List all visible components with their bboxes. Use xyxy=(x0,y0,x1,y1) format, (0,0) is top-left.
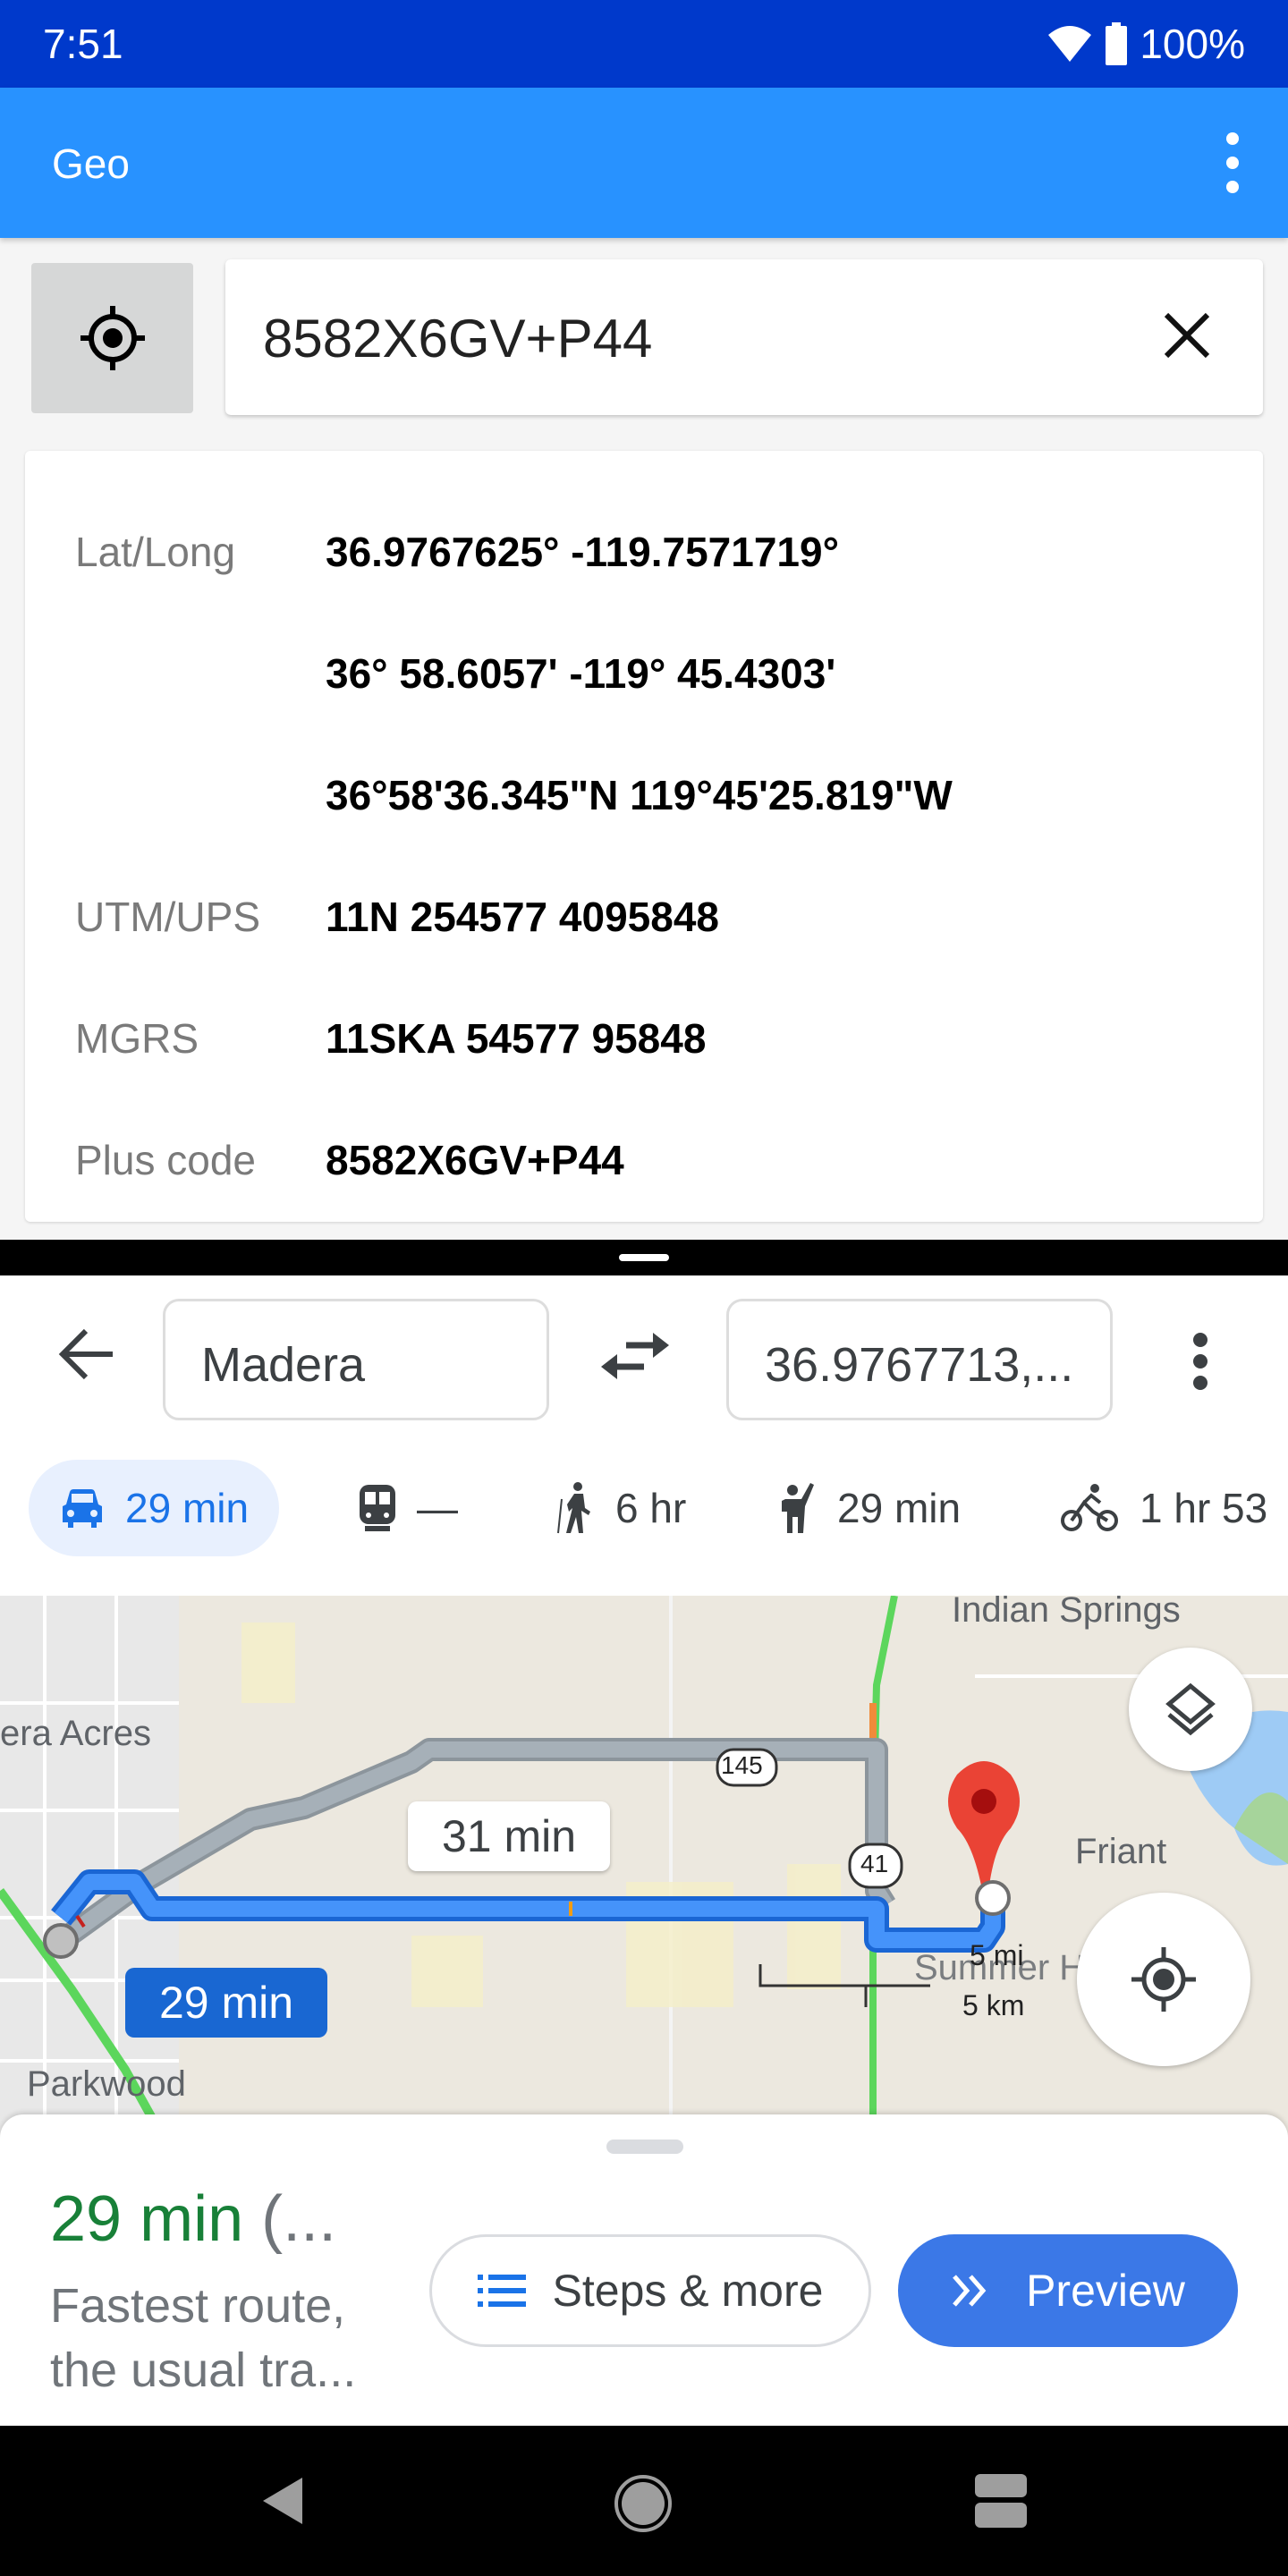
map-canvas[interactable] xyxy=(0,1596,1288,2150)
alternate-route-time: 31 min xyxy=(441,1811,577,1861)
coord-value[interactable]: 11SKA 54577 95848 xyxy=(326,1014,706,1063)
scale-miles: 5 mi xyxy=(970,1939,1024,1971)
place-label: Friant xyxy=(1075,1832,1167,1871)
bike-icon xyxy=(1061,1484,1118,1531)
maps-app: Madera 36.9767713,... 29 min — 6 hr 29 m… xyxy=(0,1275,1288,2426)
split-screen-divider[interactable] xyxy=(0,1240,1288,1275)
battery-icon xyxy=(1106,22,1128,65)
coord-label: MGRS xyxy=(75,1015,199,1062)
nav-back-icon[interactable] xyxy=(258,2474,308,2528)
shield-label: 41 xyxy=(860,1850,889,1877)
my-location-button[interactable] xyxy=(1077,1893,1250,2066)
alternate-route-label[interactable]: 31 min xyxy=(408,1801,610,1871)
mode-walking[interactable]: 6 hr xyxy=(556,1460,686,1556)
my-location-button[interactable] xyxy=(31,263,193,413)
route-time-suffix: (... xyxy=(243,2183,337,2255)
origin-marker[interactable] xyxy=(43,1923,79,1959)
coord-label: UTM/UPS xyxy=(75,894,260,940)
steps-more-label: Steps & more xyxy=(552,2266,824,2316)
coord-row: 36°58'36.345"N 119°45'25.819"W xyxy=(25,771,1263,825)
route-map[interactable]: Indian Springs era Acres Friant Parkwood… xyxy=(0,1596,1288,2150)
coord-value[interactable]: 8582X6GV+P44 xyxy=(326,1136,624,1184)
nav-home-icon[interactable] xyxy=(614,2474,673,2533)
ride-hail-icon xyxy=(782,1483,814,1533)
app-title: Geo xyxy=(52,140,130,187)
app-bar: Geo xyxy=(0,88,1288,238)
destination-value: 36.9767713,... xyxy=(765,1338,1074,1392)
my-location-icon xyxy=(80,306,145,370)
train-icon xyxy=(360,1485,395,1531)
coord-row: UTM/UPS 11N 254577 4095848 xyxy=(25,893,1263,946)
coord-label: Plus code xyxy=(75,1137,257,1183)
shield-label: 145 xyxy=(721,1751,763,1779)
coord-value[interactable]: 36°58'36.345"N 119°45'25.819"W xyxy=(326,771,953,819)
route-summary-sheet[interactable]: 29 min (... Fastest route, the usual tra… xyxy=(0,2114,1288,2426)
mode-label: 29 min xyxy=(125,1485,250,1531)
place-label: Indian Springs xyxy=(952,1596,1181,1630)
close-icon[interactable] xyxy=(1156,304,1218,367)
more-vert-icon[interactable] xyxy=(1190,1333,1211,1390)
route-duration: 29 min (... xyxy=(50,2182,336,2256)
mode-label: 1 hr 53 xyxy=(1140,1485,1268,1531)
search-value[interactable]: 8582X6GV+P44 xyxy=(263,308,652,369)
route-time: 29 min xyxy=(50,2183,244,2255)
coord-value[interactable]: 36° 58.6057' -119° 45.4303' xyxy=(326,649,835,698)
primary-route-time: 29 min xyxy=(158,1978,294,2028)
nav-recents-icon[interactable] xyxy=(975,2474,1027,2528)
destination-field[interactable]: 36.9767713,... xyxy=(726,1299,1113,1420)
my-location-icon xyxy=(1131,1947,1196,2012)
more-vert-icon[interactable] xyxy=(1213,132,1252,193)
coord-value[interactable]: 11N 254577 4095848 xyxy=(326,893,719,941)
steps-more-button[interactable]: Steps & more xyxy=(429,2234,871,2347)
battery-percent: 100% xyxy=(1140,21,1245,67)
origin-value: Madera xyxy=(201,1338,366,1392)
mode-label: 6 hr xyxy=(615,1485,687,1531)
route-desc-line: Fastest route, xyxy=(50,2279,346,2333)
mode-transit[interactable]: — xyxy=(358,1460,458,1556)
pin-dot xyxy=(971,1789,996,1814)
wifi-icon xyxy=(1048,26,1092,62)
preview-label: Preview xyxy=(1026,2266,1185,2316)
sheet-handle[interactable] xyxy=(606,2140,683,2154)
walk-icon xyxy=(557,1482,590,1534)
place-label: Parkwood xyxy=(27,2064,186,2104)
travel-mode-tabs: 29 min — 6 hr 29 min 1 hr 53 xyxy=(0,1454,1288,1562)
car-icon xyxy=(63,1489,102,1528)
mode-label: 29 min xyxy=(837,1485,962,1531)
back-arrow-icon[interactable] xyxy=(55,1327,118,1381)
coord-label: Lat/Long xyxy=(75,529,236,575)
status-time: 7:51 xyxy=(43,21,123,67)
list-icon xyxy=(477,2275,526,2307)
coord-row: Lat/Long 36.9767625° -119.7571719° xyxy=(25,528,1263,581)
primary-route-label[interactable]: 29 min xyxy=(125,1968,327,2038)
scale-km: 5 km xyxy=(962,1989,1025,2021)
directions-bar: Madera 36.9767713,... xyxy=(0,1275,1288,1420)
mode-label: — xyxy=(417,1485,458,1531)
layers-button[interactable] xyxy=(1129,1648,1252,1771)
mode-driving[interactable]: 29 min xyxy=(29,1460,280,1556)
coord-row: MGRS 11SKA 54577 95848 xyxy=(25,1014,1263,1068)
code-search-input[interactable]: 8582X6GV+P44 xyxy=(225,259,1263,415)
preview-button[interactable]: Preview xyxy=(898,2234,1238,2347)
system-nav-bar xyxy=(0,2426,1288,2576)
mode-cycling[interactable]: 1 hr 53 xyxy=(1061,1460,1267,1556)
coord-row: 36° 58.6057' -119° 45.4303' xyxy=(25,649,1263,703)
mode-ride-hail[interactable]: 29 min xyxy=(778,1460,961,1556)
double-chevron-icon xyxy=(953,2275,987,2307)
coord-row: Plus code 8582X6GV+P44 xyxy=(25,1136,1263,1190)
origin-field[interactable]: Madera xyxy=(163,1299,549,1420)
route-description: Fastest route, the usual tra... xyxy=(50,2274,356,2402)
layers-icon xyxy=(1165,1682,1216,1736)
place-label: era Acres xyxy=(0,1714,151,1753)
swap-icon[interactable] xyxy=(601,1329,669,1383)
status-bar: 7:51 100% xyxy=(0,0,1288,88)
divider-handle[interactable] xyxy=(619,1254,669,1261)
route-desc-line: the usual tra... xyxy=(50,2343,357,2397)
destination-marker xyxy=(975,1880,1011,1916)
coord-value[interactable]: 36.9767625° -119.7571719° xyxy=(326,528,839,576)
coordinates-card: Lat/Long 36.9767625° -119.7571719° 36° 5… xyxy=(25,451,1263,1222)
